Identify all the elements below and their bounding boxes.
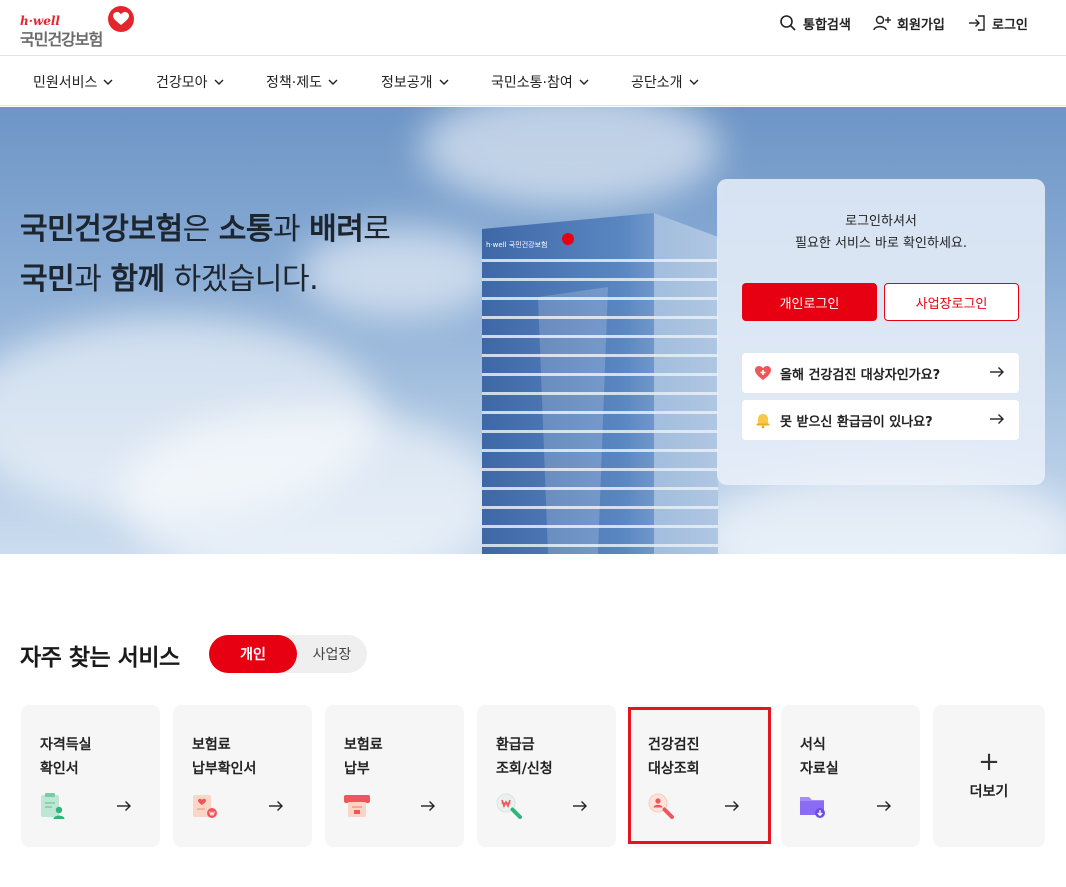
service-card-label: 자격득실 확인서	[40, 737, 92, 777]
checkup-eligibility-label: 올해 건강검진 대상자인가요?	[780, 367, 941, 383]
payment-icon	[344, 795, 370, 817]
service-card-label: 환급금 조회/신청	[496, 737, 553, 777]
nav-item-label: 민원서비스	[33, 75, 98, 91]
building-sign-text: h·well 국민건강보험	[486, 240, 547, 249]
hero-slogan-segment: 국민건강보험	[20, 212, 183, 247]
hero-slogan-segment: 로	[363, 212, 391, 247]
arrow-right-icon	[117, 801, 131, 811]
toggle-business-tab[interactable]: 사업장	[297, 635, 367, 673]
site-logo[interactable]: h·well 국민건강보험	[20, 6, 140, 50]
chevron-down-icon	[214, 79, 224, 85]
frequent-services-title: 자주 찾는 서비스	[20, 645, 180, 671]
chevron-down-icon	[328, 79, 338, 85]
login-prompt-line-2: 필요한 서비스 바로 확인하세요.	[794, 236, 967, 251]
qualification-certificate-icon	[41, 793, 65, 819]
service-card-label: 건강검진 대상조회	[648, 737, 700, 777]
refund-search-icon	[496, 793, 522, 819]
nav-item-participation[interactable]: 국민소통·참여	[491, 72, 589, 92]
hero-slogan-segment: 하겠습니다.	[164, 262, 319, 297]
logo-name-text: 국민건강보험	[20, 30, 103, 49]
hero-slogan: 국민건강보험은 소통과 배려로 국민과 함께 하겠습니다.	[20, 205, 391, 305]
arrow-right-icon	[421, 801, 435, 811]
sign-up-link[interactable]: 회원가입	[873, 13, 945, 33]
unclaimed-refund-label: 못 받으신 환급금이 있나요?	[780, 414, 933, 430]
cloud-decoration	[420, 107, 720, 207]
plus-icon: +	[978, 747, 1000, 777]
checkup-search-icon	[648, 793, 674, 819]
hero-slogan-segment: 은	[182, 212, 219, 247]
hero-slogan-line-2: 국민과 함께 하겠습니다.	[20, 255, 390, 305]
checkup-eligibility-link[interactable]: 올해 건강검진 대상자인가요?	[742, 353, 1019, 393]
service-card-label: 서식 자료실	[800, 737, 839, 777]
integrated-search-link[interactable]: 통합검색	[779, 13, 851, 33]
chevron-down-icon	[439, 79, 449, 85]
nav-item-info-disclosure[interactable]: 정보공개	[381, 72, 449, 92]
business-login-button[interactable]: 사업장로그인	[884, 283, 1019, 321]
site-header: h·well 국민건강보험 통합검색 회원가입 로그인	[0, 0, 1066, 56]
hero-banner: h·well 국민건강보험 국민건강보험은 소통과 배려로 국민과 함께 하겠습…	[0, 107, 1066, 554]
service-type-toggle: 개인 사업장	[209, 635, 367, 673]
logo-heart-icon	[108, 6, 134, 32]
hero-slogan-line-1: 국민건강보험은 소통과 배려로	[20, 205, 391, 255]
service-card-label: 보험료 납부	[344, 737, 383, 777]
service-card-payment[interactable]: 보험료 납부	[325, 705, 464, 847]
forms-folder-icon	[800, 797, 825, 818]
hero-slogan-segment: 함께	[110, 262, 165, 297]
login-panel: 로그인하셔서 필요한 서비스 바로 확인하세요. 개인로그인 사업장로그인 올해…	[717, 179, 1045, 485]
service-card-more[interactable]: + 더보기	[933, 705, 1045, 847]
integrated-search-label: 통합검색	[803, 17, 851, 33]
arrow-right-icon	[725, 801, 739, 811]
arrow-right-icon	[269, 801, 283, 811]
service-card-refund-inquiry[interactable]: 환급금 조회/신청	[477, 705, 616, 847]
personal-login-button[interactable]: 개인로그인	[742, 283, 877, 321]
login-link[interactable]: 로그인	[968, 13, 1028, 33]
login-prompt: 로그인하셔서 필요한 서비스 바로 확인하세요.	[717, 211, 1045, 255]
nav-item-health-moa[interactable]: 건강모아	[156, 72, 224, 92]
main-navigation: 민원서비스 건강모아 정책·제도 정보공개 국민소통·참여 공단소개	[0, 56, 1066, 106]
login-icon	[969, 15, 985, 31]
login-label: 로그인	[992, 17, 1028, 33]
hero-slogan-segment: 과	[74, 262, 111, 297]
service-card-qualification-certificate[interactable]: 자격득실 확인서	[21, 705, 160, 847]
service-card-label: 보험료 납부확인서	[192, 737, 257, 777]
nav-item-label: 국민소통·참여	[491, 75, 573, 91]
headquarters-building-image: h·well 국민건강보험	[482, 213, 718, 554]
nav-item-label: 정책·제도	[266, 75, 322, 91]
arrow-right-icon	[990, 414, 1004, 424]
user-add-icon	[873, 15, 891, 31]
service-card-forms-library[interactable]: 서식 자료실	[781, 705, 920, 847]
hero-slogan-segment: 과	[272, 212, 310, 247]
arrow-right-icon	[877, 801, 891, 811]
unclaimed-refund-link[interactable]: 못 받으신 환급금이 있나요?	[742, 400, 1019, 440]
arrow-right-icon	[573, 801, 587, 811]
search-icon	[780, 15, 796, 31]
more-label: 더보기	[969, 784, 1009, 800]
chevron-down-icon	[689, 79, 699, 85]
arrow-right-icon	[990, 367, 1004, 377]
nav-item-label: 정보공개	[381, 75, 433, 91]
nav-item-civil-service[interactable]: 민원서비스	[33, 72, 113, 92]
toggle-personal-tab[interactable]: 개인	[209, 635, 297, 673]
bell-icon	[756, 414, 770, 429]
login-prompt-line-1: 로그인하셔서	[845, 214, 917, 229]
service-card-payment-certificate[interactable]: 보험료 납부확인서	[173, 705, 312, 847]
heart-shield-icon	[755, 366, 771, 380]
nav-item-policy[interactable]: 정책·제도	[266, 72, 338, 92]
nav-item-label: 공단소개	[631, 75, 683, 91]
payment-certificate-icon	[193, 795, 217, 818]
hero-slogan-segment: 소통	[218, 212, 274, 247]
chevron-down-icon	[103, 79, 113, 85]
hero-slogan-segment: 배려	[309, 212, 364, 247]
nav-item-label: 건강모아	[156, 75, 208, 91]
nav-item-about[interactable]: 공단소개	[631, 72, 699, 92]
hero-slogan-segment: 국민	[20, 262, 75, 297]
chevron-down-icon	[579, 79, 589, 85]
service-card-checkup-target-inquiry[interactable]: 건강검진 대상조회	[629, 705, 768, 847]
sign-up-label: 회원가입	[897, 17, 945, 33]
